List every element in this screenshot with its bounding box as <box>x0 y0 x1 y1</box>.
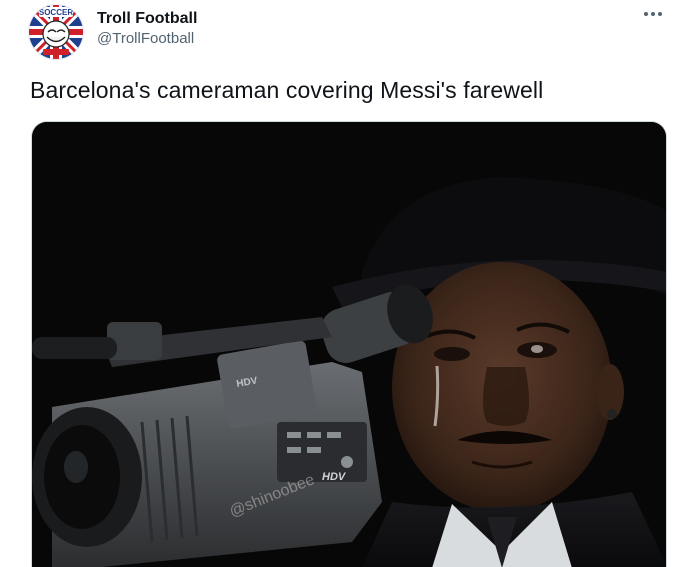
tweet-media-image[interactable]: HDV HDV @shinoobee <box>31 121 667 567</box>
tweet: SOCCER Troll Football @TrollFootball Bar… <box>0 0 700 567</box>
tweet-text: Barcelona's cameraman covering Messi's f… <box>30 77 544 103</box>
troll-football-logo-icon: SOCCER <box>29 5 83 59</box>
more-horizontal-icon <box>644 12 662 16</box>
author-block: Troll Football @TrollFootball <box>97 9 197 49</box>
avatar[interactable]: SOCCER <box>28 4 84 60</box>
author-handle[interactable]: @TrollFootball <box>97 29 197 49</box>
camera-brand-label: HDV <box>322 471 347 483</box>
more-options-button[interactable] <box>640 4 666 24</box>
author-display-name[interactable]: Troll Football <box>97 9 197 28</box>
crying-cameraman-photo: HDV HDV @shinoobee <box>32 122 666 567</box>
avatar-logo-text: SOCCER <box>39 8 73 17</box>
